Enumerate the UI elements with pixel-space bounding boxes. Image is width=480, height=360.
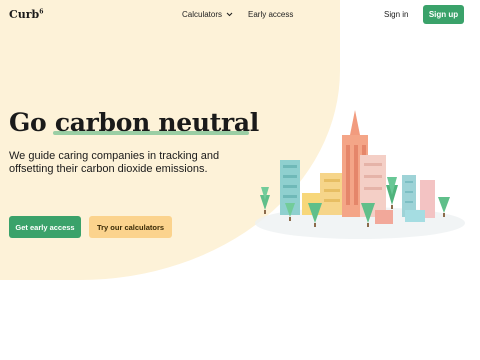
nav-early-access[interactable]: Early access [248,10,293,19]
sign-up-button[interactable]: Sign up [423,5,464,24]
hero-subtitle: We guide caring companies in tracking an… [9,150,220,175]
nav-calculators-label: Calculators [182,10,223,19]
get-early-access-button[interactable]: Get early access [9,216,81,238]
brand-name: Curb [9,8,40,21]
nav-calculators[interactable]: Calculators [182,10,233,19]
try-calculators-button[interactable]: Try our calculators [89,216,172,238]
sign-in-link[interactable]: Sign in [384,10,408,19]
top-navigation: Curb6 Calculators Early access Sign in S… [0,0,480,30]
brand-superscript: 6 [39,8,44,16]
title-underline-decoration [53,131,249,135]
chevron-down-icon [226,12,233,19]
city-buildings-illustration [250,105,465,240]
brand-logo[interactable]: Curb6 [9,8,43,21]
